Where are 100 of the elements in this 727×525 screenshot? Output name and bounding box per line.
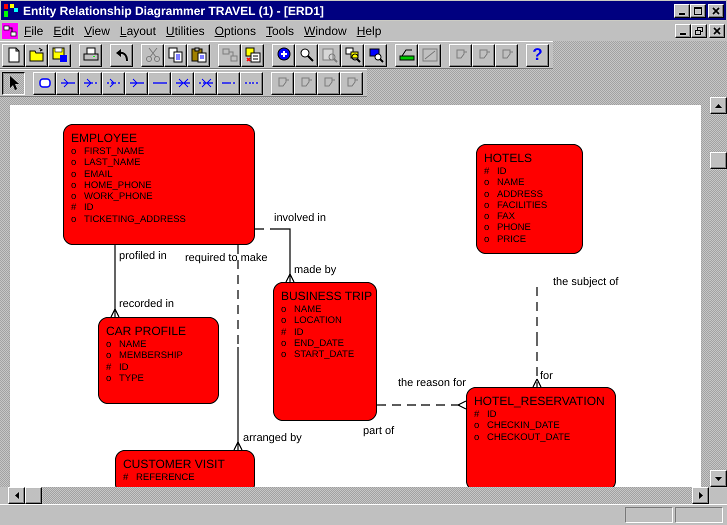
entity-box[interactable]: EMPLOYEE o FIRST_NAME o LAST_NAME o EMAIL o HOME_PHONE o WORK_PHONE # ID o TICKETING_ADDRESS xyxy=(63,124,255,245)
menu-item[interactable]: Layout xyxy=(116,22,160,38)
attribute-name: ADDRESS xyxy=(497,188,543,200)
minimize-button[interactable] xyxy=(675,24,691,38)
scroll-left-button[interactable] xyxy=(8,487,25,504)
undo-button[interactable] xyxy=(110,44,133,66)
toolbar-button[interactable] xyxy=(395,44,418,66)
menu-item[interactable]: Utilities xyxy=(162,22,209,38)
app-icon xyxy=(2,22,18,38)
attribute-marker: # xyxy=(281,326,287,338)
attribute-name: TYPE xyxy=(119,372,144,384)
undo-arrow-icon xyxy=(114,47,130,63)
attribute-marker: o xyxy=(106,372,112,384)
help-button[interactable]: ? xyxy=(526,44,549,66)
scroll-thumb[interactable] xyxy=(25,487,42,504)
relationship-label: the reason for xyxy=(398,377,466,389)
relationship-tool-button[interactable] xyxy=(79,72,102,94)
menu-item[interactable]: View xyxy=(80,22,114,38)
scroll-right-button[interactable] xyxy=(692,487,709,504)
minimize-button[interactable] xyxy=(674,4,690,18)
zoom-in-button[interactable] xyxy=(272,44,295,66)
relationship-tool-button[interactable] xyxy=(56,72,79,94)
restore-button[interactable] xyxy=(691,24,707,38)
open-button[interactable] xyxy=(25,44,48,66)
close-button[interactable] xyxy=(708,4,724,18)
attribute-marker: o xyxy=(71,146,77,158)
menu-item[interactable]: Window xyxy=(300,22,351,38)
minimize-icon xyxy=(680,32,686,34)
pointer-button[interactable] xyxy=(2,72,25,94)
menu-item[interactable]: File xyxy=(20,22,48,38)
entity-name: HOTEL_RESERVATION xyxy=(474,394,606,408)
toolbar-button[interactable] xyxy=(341,44,364,66)
menu-item[interactable]: Options xyxy=(210,22,260,38)
entity-box[interactable]: HOTEL_RESERVATION # ID o CHECKIN_DATE o CHECKOUT_DATE xyxy=(466,387,616,487)
attribute-marker: # xyxy=(474,409,480,420)
relationship-label: part of xyxy=(363,425,394,437)
entity-button[interactable] xyxy=(33,72,56,94)
entity-box[interactable]: HOTELS # ID o NAME o ADDRESS o FACILITIES o FAX o PHONE o PRICE xyxy=(476,144,583,254)
magnifier-icon xyxy=(298,47,314,63)
relationship-tool-button[interactable] xyxy=(240,72,263,94)
scroll-thumb[interactable] xyxy=(710,152,727,169)
relationship-label: profiled in xyxy=(119,250,167,262)
attribute-marker: # xyxy=(123,472,129,484)
right-arrow-icon xyxy=(696,491,704,500)
relationship-label: required to make xyxy=(185,252,268,264)
entity-box[interactable]: BUSINESS TRIP o NAME o LOCATION # ID o END_DATE o START_DATE xyxy=(273,282,377,421)
save-button[interactable] xyxy=(48,44,71,66)
entity-box[interactable]: CUSTOMER VISIT # REFERENCE xyxy=(115,450,255,487)
attribute-name: ID xyxy=(487,409,496,420)
attribute-marker: o xyxy=(71,157,77,169)
new-button[interactable] xyxy=(2,44,25,66)
menu-item[interactable]: Help xyxy=(352,22,386,38)
attribute-marker: o xyxy=(106,339,112,350)
toolbar-button[interactable] xyxy=(364,44,387,66)
toolbar-button[interactable] xyxy=(241,44,264,66)
attribute-marker: o xyxy=(281,349,287,360)
entity-box[interactable]: CAR PROFILE o NAME o MEMBERSHIP # ID o TYPE xyxy=(98,317,219,404)
relationship-tool-button[interactable] xyxy=(194,72,217,94)
relationship-label: made by xyxy=(294,264,336,276)
relationship-tool-button[interactable] xyxy=(125,72,148,94)
attribute-name: ID xyxy=(497,166,506,178)
menu-item[interactable]: Tools xyxy=(262,22,298,38)
scroll-down-button[interactable] xyxy=(710,470,727,487)
maximize-button[interactable] xyxy=(690,4,706,18)
attribute-marker: o xyxy=(474,432,480,443)
attribute-marker: o xyxy=(106,350,112,362)
attribute-name: TICKETING_ADDRESS xyxy=(84,214,186,226)
relationship-label: recorded in xyxy=(119,298,174,310)
attribute-name: ID xyxy=(294,326,304,338)
relationship-tool-button[interactable] xyxy=(148,72,171,94)
scroll-up-button[interactable] xyxy=(710,97,727,114)
magnifier-icon xyxy=(344,47,360,63)
diagram-icon xyxy=(222,47,238,63)
relationship-tool-button[interactable] xyxy=(102,72,125,94)
zoom-out-button[interactable] xyxy=(295,44,318,66)
restore-icon xyxy=(694,26,704,36)
menu-item[interactable]: Edit xyxy=(49,22,78,38)
attribute-name: ID xyxy=(84,202,94,214)
attribute-marker: o xyxy=(474,420,480,432)
close-icon xyxy=(711,6,721,16)
copy-button[interactable] xyxy=(164,44,187,66)
attribute-name: ID xyxy=(119,362,128,373)
paste-button[interactable] xyxy=(187,44,210,66)
attribute-marker: o xyxy=(281,304,287,316)
print-button[interactable] xyxy=(79,44,102,66)
attribute-marker: # xyxy=(484,166,490,178)
entity-name: CAR PROFILE xyxy=(106,324,188,338)
attribute-name: LAST_NAME xyxy=(84,157,140,169)
close-button[interactable] xyxy=(709,24,725,38)
relationship-tool-button[interactable] xyxy=(171,72,194,94)
maximize-icon xyxy=(693,6,703,16)
relationship-line-icon xyxy=(152,82,168,84)
attribute-name: PRICE xyxy=(497,234,526,246)
relationship-tool-button[interactable] xyxy=(217,72,240,94)
attribute-name: FACILITIES xyxy=(497,200,548,212)
magnifier-icon xyxy=(322,47,338,63)
attribute-marker: o xyxy=(484,177,490,189)
attribute-name: MEMBERSHIP xyxy=(119,350,183,362)
attribute-name: REFERENCE xyxy=(136,472,195,484)
attribute-name: PHONE xyxy=(497,222,531,234)
